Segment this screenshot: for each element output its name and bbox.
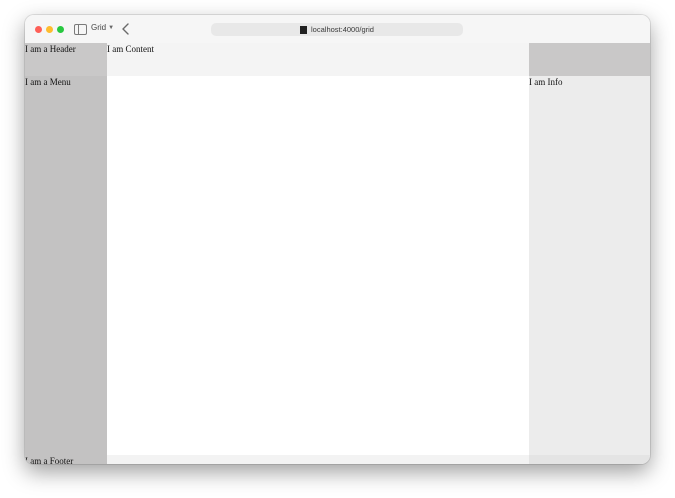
minimize-window-button[interactable]: [46, 26, 53, 33]
tab-group-label: Grid: [91, 23, 107, 32]
grid-main-area: [107, 76, 529, 455]
grid-content: I am Content: [107, 43, 529, 76]
close-window-button[interactable]: [35, 26, 42, 33]
grid-header-right: [529, 43, 650, 76]
tab-group-selector[interactable]: Grid ▼: [91, 23, 114, 32]
header-text: I am a Header: [25, 44, 76, 54]
grid-footer-middle: [107, 455, 529, 464]
zoom-window-button[interactable]: [57, 26, 64, 33]
address-text: localhost:4000/grid: [311, 25, 374, 34]
menu-text: I am a Menu: [25, 77, 71, 87]
grid-header: I am a Header: [25, 43, 107, 76]
grid-footer-right: [529, 455, 650, 464]
grid-info: I am Info: [529, 76, 650, 455]
back-arrow-icon[interactable]: [121, 23, 131, 35]
grid-menu: I am a Menu: [25, 76, 107, 455]
browser-toolbar: Grid ▼ localhost:4000/grid: [25, 15, 650, 44]
page-viewport: I am a Header I am Content I am a Menu I…: [25, 43, 650, 464]
sidebar-toggle-icon[interactable]: [74, 24, 87, 35]
footer-text: I am a Footer: [25, 456, 74, 465]
browser-window: Grid ▼ localhost:4000/grid I am a Header…: [25, 15, 650, 464]
site-favicon-icon: [300, 25, 308, 34]
content-text: I am Content: [107, 44, 154, 54]
grid-footer: I am a Footer: [25, 455, 107, 464]
address-bar[interactable]: localhost:4000/grid: [211, 23, 463, 36]
info-text: I am Info: [529, 77, 563, 87]
chevron-down-icon: ▼: [108, 24, 115, 31]
